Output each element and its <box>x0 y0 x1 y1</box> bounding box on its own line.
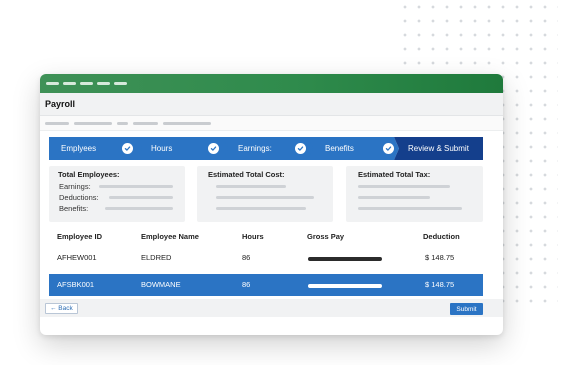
cell-deduction: $ 148.75 <box>425 280 455 289</box>
step-benefits[interactable]: Benefits <box>308 137 399 160</box>
step-hours[interactable]: Hours <box>137 137 229 160</box>
value-placeholder <box>358 207 462 210</box>
cell-hours: 86 <box>242 280 251 289</box>
check-icon <box>208 143 219 154</box>
step-earnings[interactable]: Earnings: <box>223 137 314 160</box>
value-placeholder <box>358 196 430 199</box>
column-header-employee-id: Employee ID <box>57 232 103 241</box>
column-header-gross-pay: Gross Pay <box>307 232 345 241</box>
column-header-hours: Hours <box>242 232 264 241</box>
value-placeholder <box>105 207 173 210</box>
subnav-item[interactable] <box>117 121 128 125</box>
subnav-item[interactable] <box>163 121 211 125</box>
summary-employees-card: Total Employees: Earnings: Deductions: B… <box>49 166 185 222</box>
titlebar-placeholder <box>63 82 76 85</box>
subnav-item[interactable] <box>45 121 69 125</box>
step-label: Hours <box>151 144 173 153</box>
gross-pay-placeholder <box>308 284 382 288</box>
summary-cost-card: Estimated Total Cost: <box>197 166 333 222</box>
value-placeholder <box>358 185 450 188</box>
cell-employee-name: BOWMANE <box>141 280 181 289</box>
value-placeholder <box>109 196 173 199</box>
titlebar-placeholder <box>114 82 127 85</box>
value-placeholder <box>216 185 286 188</box>
cell-employee-id: AFSBK001 <box>57 280 95 289</box>
table-row[interactable]: AFHEW001 ELDRED 86 $ 148.75 <box>49 249 483 271</box>
cell-employee-id: AFHEW001 <box>57 253 97 262</box>
table-header: Employee ID Employee Name Hours Gross Pa… <box>40 232 503 244</box>
window-titlebar <box>40 74 503 93</box>
cell-hours: 86 <box>242 253 251 262</box>
summary-title: Total Employees: <box>58 170 120 179</box>
gross-pay-placeholder <box>308 257 382 261</box>
summary-tax-card: Estimated Total Tax: <box>346 166 483 222</box>
titlebar-placeholder <box>97 82 110 85</box>
step-label: Review & Submit <box>408 144 469 153</box>
step-label: Emplyees <box>61 144 97 153</box>
titlebar-placeholder <box>46 82 59 85</box>
step-review-submit[interactable]: Review & Submit <box>394 137 483 160</box>
step-label: Earnings: <box>238 144 272 153</box>
value-placeholder <box>216 207 306 210</box>
check-icon <box>295 143 306 154</box>
submit-button[interactable]: Submit <box>450 303 483 315</box>
summary-title: Estimated Total Cost: <box>208 170 285 179</box>
step-employees[interactable]: Emplyees <box>49 137 144 160</box>
progress-stepper: Emplyees Hours Earnings: Benefits Review… <box>49 137 483 160</box>
summary-row-label: Deductions: <box>59 193 99 202</box>
subnav-item[interactable] <box>133 121 158 125</box>
subnav-item[interactable] <box>74 121 112 125</box>
check-icon <box>122 143 133 154</box>
value-placeholder <box>99 185 173 188</box>
summary-title: Estimated Total Tax: <box>358 170 431 179</box>
back-button[interactable]: ← Back <box>45 303 78 314</box>
column-header-employee-name: Employee Name <box>141 232 199 241</box>
app-header: Payroll <box>40 93 503 116</box>
summary-row-label: Earnings: <box>59 182 91 191</box>
check-icon <box>383 143 394 154</box>
column-header-deduction: Deduction <box>423 232 460 241</box>
subnav <box>40 116 503 131</box>
cell-deduction: $ 148.75 <box>425 253 455 262</box>
cell-employee-name: ELDRED <box>141 253 172 262</box>
table-row-selected[interactable]: AFSBK001 BOWMANE 86 $ 148.75 <box>49 274 483 296</box>
value-placeholder <box>216 196 314 199</box>
page-title: Payroll <box>45 99 76 109</box>
footer-bar <box>40 299 503 317</box>
titlebar-placeholder <box>80 82 93 85</box>
summary-row-label: Benefits: <box>59 204 89 213</box>
step-label: Benefits <box>325 144 354 153</box>
payroll-window: Payroll Emplyees Hours Earnings: Benefit… <box>40 74 503 335</box>
